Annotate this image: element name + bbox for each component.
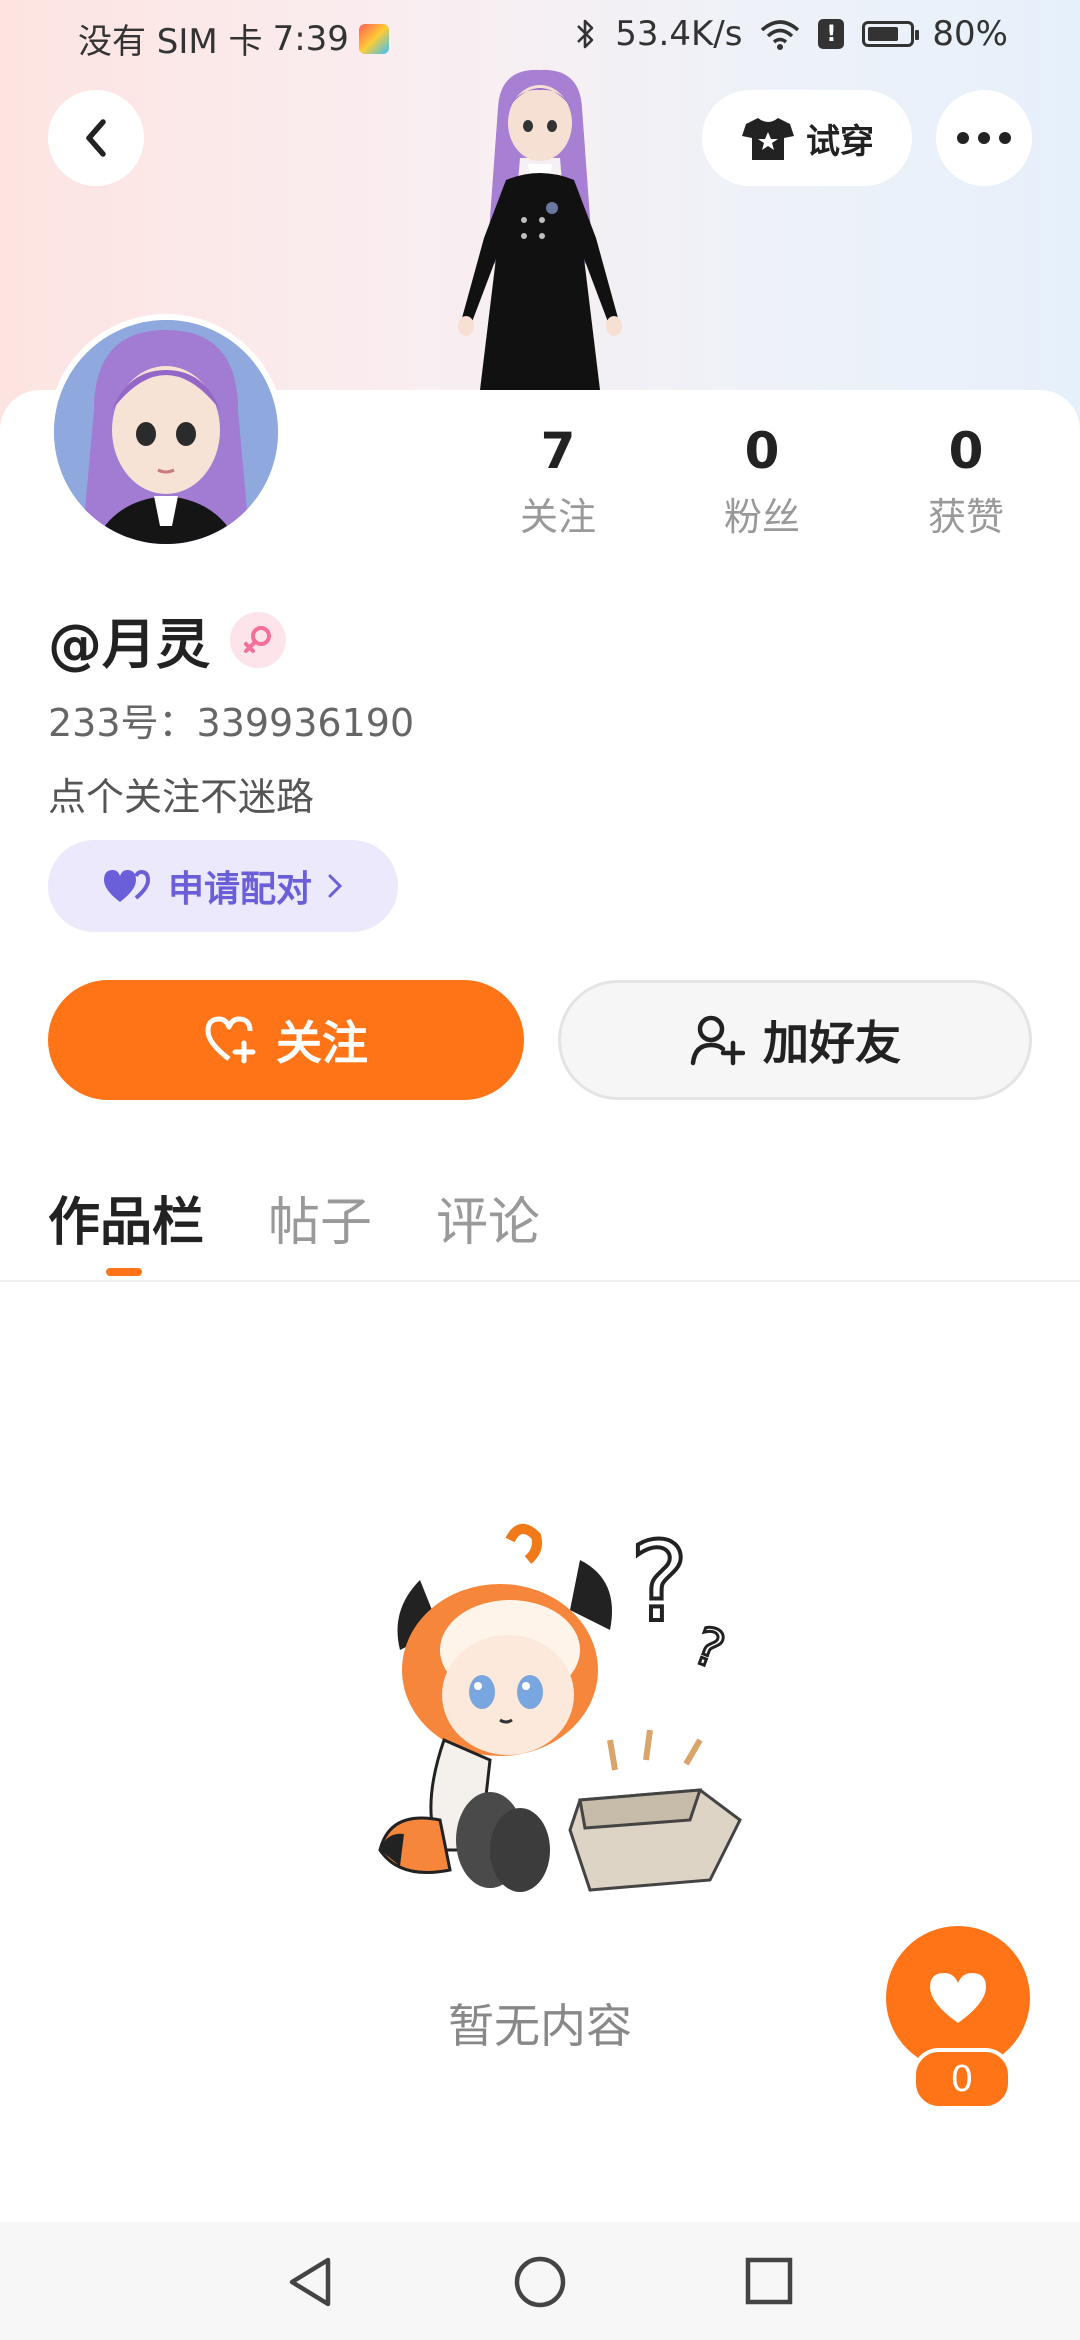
more-dots-icon [957,132,1011,144]
add-friend-button[interactable]: 加好友 [558,980,1032,1100]
chevron-left-icon [86,119,106,157]
empty-state-illustration: ? ? [378,1520,742,1892]
stat-likes[interactable]: 0 获赞 [896,422,1036,541]
tabs-divider [0,1280,1080,1282]
user-bio: 点个关注不迷路 [48,775,315,819]
battery-percent: 80% [932,14,1008,54]
stat-value: 0 [744,422,780,480]
stat-label: 获赞 [927,495,1004,539]
username: @月灵 [48,613,210,676]
stat-followers[interactable]: 0 粉丝 [692,422,832,541]
nav-back-icon[interactable] [284,2254,336,2310]
username-row: @月灵 [48,600,286,679]
status-bar: 没有 SIM 卡 7:39 53.4K/s ! 80% [0,0,1080,76]
stat-value: 0 [948,422,984,480]
follow-button[interactable]: 关注 [48,980,524,1100]
system-nav-bar [0,2222,1080,2340]
tshirt-icon [742,118,794,160]
battery-icon [862,21,920,47]
try-on-button[interactable]: 试穿 [702,90,912,186]
app-notification-icon [358,23,389,54]
back-button[interactable] [48,90,144,186]
status-right: 53.4K/s ! 80% [575,14,1008,54]
chevron-right-icon [328,874,343,898]
follow-label: 关注 [276,1016,368,1070]
bluetooth-icon [577,19,594,49]
apply-match-label: 申请配对 [167,869,312,910]
content-tabs: 作品栏 帖子 评论 [48,1180,540,1276]
apply-match-button[interactable]: 申请配对 [48,840,398,932]
svg-text:?: ? [686,1616,732,1682]
avatar-image [54,320,278,544]
wifi-icon [761,20,800,50]
heart-icon [930,1973,986,2023]
network-speed: 53.4K/s [615,14,743,54]
user-id: 233号：339936190 [48,701,415,745]
add-friend-label: 加好友 [763,1016,901,1070]
status-left: 没有 SIM 卡 7:39 [78,14,389,63]
stat-following[interactable]: 7 关注 [488,422,628,541]
nav-recents-icon[interactable] [744,2256,794,2306]
female-icon [230,611,286,668]
tab-comments[interactable]: 评论 [436,1180,540,1255]
like-count: 0 [912,2048,1012,2110]
no-sim-icon: ! [818,19,845,49]
svg-text:?: ? [630,1520,688,1646]
clock-text: 7:39 [272,18,349,59]
stat-label: 关注 [519,495,596,539]
heart-add-icon [205,1016,256,1064]
more-button[interactable] [936,90,1032,186]
stat-value: 7 [540,422,576,480]
nav-home-icon[interactable] [512,2254,568,2310]
avatar-3d-character [458,69,622,390]
carrier-text: 没有 SIM 卡 [78,22,263,62]
stat-label: 粉丝 [723,495,800,539]
add-user-icon [690,1015,745,1066]
hearts-icon [103,869,150,902]
tab-posts[interactable]: 帖子 [268,1180,372,1255]
try-on-label: 试穿 [806,121,874,162]
tab-works[interactable]: 作品栏 [48,1180,204,1276]
avatar[interactable] [48,314,284,550]
